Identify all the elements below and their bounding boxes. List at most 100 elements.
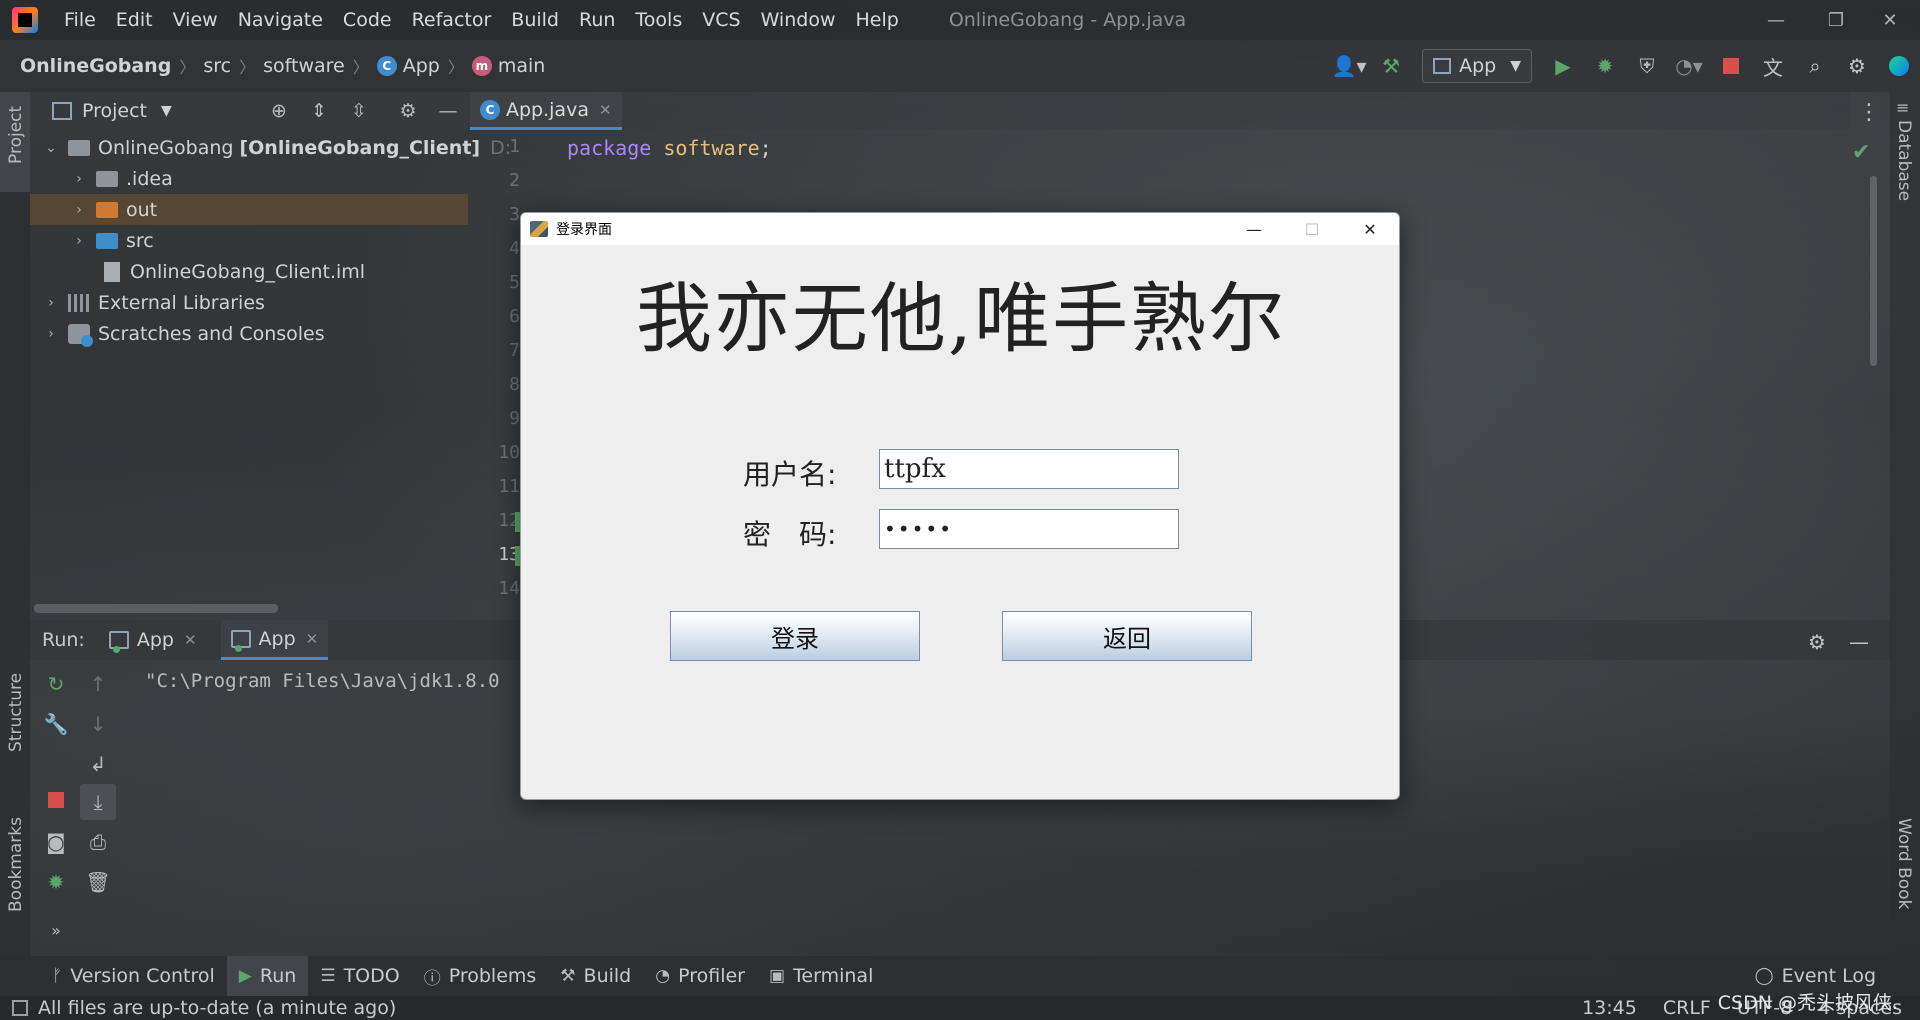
tool-version-control[interactable]: ᚠ Version Control bbox=[40, 956, 227, 996]
minimize-icon[interactable]: — bbox=[1225, 213, 1283, 245]
expanded-arrow-icon[interactable]: ⌄ bbox=[42, 140, 60, 156]
scroll-to-end-icon[interactable]: ⤓ bbox=[80, 784, 116, 820]
translate-icon[interactable]: 文 bbox=[1755, 48, 1791, 84]
run-configuration-select[interactable]: App ▼ bbox=[1422, 49, 1532, 83]
console-output[interactable]: "C:\Program Files\Java\jdk1.8.0 bbox=[145, 670, 500, 692]
tool-build[interactable]: ⚒ Build bbox=[548, 956, 643, 996]
search-icon[interactable]: ⌕ bbox=[1797, 48, 1833, 84]
tree-item-src[interactable]: › src bbox=[70, 225, 154, 256]
username-input[interactable]: ttpfx bbox=[879, 449, 1179, 489]
bookmarks-stripe-label[interactable]: Bookmarks bbox=[6, 817, 26, 912]
menu-window[interactable]: Window bbox=[751, 9, 846, 31]
hide-panel-icon[interactable]: — bbox=[431, 93, 465, 129]
breadcrumb-method[interactable]: m main bbox=[464, 55, 553, 77]
status-message[interactable]: All files are up-to-date (a minute ago) bbox=[38, 997, 396, 1019]
intellij-logo-icon[interactable] bbox=[12, 7, 38, 33]
up-arrow-icon[interactable]: ↑ bbox=[80, 666, 116, 702]
toggle-tool-windows-icon[interactable] bbox=[12, 1000, 28, 1016]
password-input[interactable]: ••••• bbox=[879, 509, 1179, 549]
tree-item-project-root[interactable]: ⌄ OnlineGobang [OnlineGobang_Client] D: bbox=[42, 132, 511, 163]
wrench-icon[interactable]: 🔧 bbox=[38, 706, 74, 742]
project-horizontal-scrollbar[interactable] bbox=[34, 604, 278, 613]
menu-file[interactable]: File bbox=[54, 9, 106, 31]
settings-icon[interactable]: ⚙ bbox=[1839, 48, 1875, 84]
run-tab-app-1[interactable]: App ✕ bbox=[99, 620, 207, 660]
close-icon[interactable]: ✕ bbox=[1860, 0, 1920, 40]
gear-icon[interactable]: ⚙ bbox=[1799, 624, 1835, 660]
profile-icon[interactable]: ◔▾ bbox=[1671, 48, 1707, 84]
user-icon[interactable]: 👤▾ bbox=[1331, 48, 1367, 84]
tool-terminal[interactable]: ▣ Terminal bbox=[757, 956, 885, 996]
tool-todo[interactable]: ☰ TODO bbox=[308, 956, 411, 996]
close-tab-icon[interactable]: ✕ bbox=[306, 630, 319, 648]
tree-item-iml[interactable]: OnlineGobang_Client.iml bbox=[100, 256, 365, 287]
expand-all-icon[interactable]: ⇕ bbox=[302, 93, 336, 129]
login-button[interactable]: 登录 bbox=[670, 611, 920, 661]
plugin-icon[interactable] bbox=[1881, 48, 1917, 84]
breadcrumb-class[interactable]: C App bbox=[369, 55, 448, 77]
tab-app-java[interactable]: C App.java ✕ bbox=[470, 92, 622, 130]
menu-help[interactable]: Help bbox=[845, 9, 908, 31]
menu-vcs[interactable]: VCS bbox=[692, 9, 750, 31]
close-icon[interactable]: ✕ bbox=[1341, 213, 1399, 245]
stop-icon[interactable] bbox=[1713, 48, 1749, 84]
soft-wrap-icon[interactable]: ↲ bbox=[80, 746, 116, 782]
stop-icon[interactable] bbox=[38, 782, 74, 818]
menu-code[interactable]: Code bbox=[333, 9, 402, 31]
breadcrumb-project[interactable]: OnlineGobang bbox=[12, 55, 179, 77]
tool-problems[interactable]: ⓘ Problems bbox=[412, 956, 549, 996]
close-tab-icon[interactable]: ✕ bbox=[184, 631, 197, 649]
word-book-stripe-label[interactable]: Word Book bbox=[1894, 818, 1914, 909]
run-tab-app-2[interactable]: App ✕ bbox=[220, 620, 329, 660]
tool-profiler[interactable]: ◔ Profiler bbox=[643, 956, 757, 996]
menu-edit[interactable]: Edit bbox=[106, 9, 163, 31]
tree-item-out[interactable]: › out bbox=[30, 194, 468, 225]
print-icon[interactable]: ⎙ bbox=[80, 824, 116, 860]
breadcrumb-package[interactable]: software bbox=[255, 55, 353, 77]
close-tab-icon[interactable]: ✕ bbox=[599, 101, 612, 119]
collapsed-arrow-icon[interactable]: › bbox=[70, 171, 88, 187]
no-problems-check-icon[interactable]: ✔ bbox=[1852, 140, 1870, 165]
project-stripe-button[interactable]: Project bbox=[0, 92, 30, 192]
trash-icon[interactable]: 🗑 bbox=[80, 864, 116, 900]
menu-view[interactable]: View bbox=[163, 9, 228, 31]
camera-icon[interactable]: ◙ bbox=[38, 824, 74, 860]
collapse-all-icon[interactable]: ⇳ bbox=[342, 93, 376, 129]
collapsed-arrow-icon[interactable]: › bbox=[70, 233, 88, 249]
code-line-1[interactable]: package software; bbox=[567, 136, 772, 160]
project-view-selector[interactable]: Project ▼ bbox=[52, 100, 172, 122]
run-icon[interactable]: ▶ bbox=[1545, 48, 1581, 84]
tree-item-external-libraries[interactable]: › External Libraries bbox=[42, 287, 265, 318]
database-stripe-label[interactable]: Database bbox=[1894, 120, 1914, 201]
locate-file-icon[interactable]: ⊕ bbox=[262, 93, 296, 129]
caret-position[interactable]: 13:45 bbox=[1582, 997, 1637, 1019]
collapsed-arrow-icon[interactable]: › bbox=[70, 202, 88, 218]
dialog-title-bar[interactable]: 登录界面 — ☐ ✕ bbox=[521, 213, 1399, 245]
rerun-icon[interactable]: ↻ bbox=[38, 666, 74, 702]
menu-build[interactable]: Build bbox=[501, 9, 569, 31]
menu-navigate[interactable]: Navigate bbox=[228, 9, 333, 31]
breadcrumb-src[interactable]: src bbox=[195, 55, 239, 77]
menu-refactor[interactable]: Refactor bbox=[402, 9, 502, 31]
tree-item-idea[interactable]: › .idea bbox=[70, 163, 173, 194]
structure-stripe-label[interactable]: Structure bbox=[6, 673, 26, 752]
down-arrow-icon[interactable]: ↓ bbox=[80, 706, 116, 742]
line-separator[interactable]: CRLF bbox=[1663, 997, 1711, 1019]
collapsed-arrow-icon[interactable]: › bbox=[42, 326, 60, 342]
restore-icon[interactable]: ❐ bbox=[1806, 0, 1866, 40]
editor-vertical-scrollbar[interactable] bbox=[1870, 176, 1877, 366]
hide-panel-icon[interactable]: — bbox=[1841, 624, 1877, 660]
coverage-icon[interactable]: ⛨ bbox=[1629, 48, 1665, 84]
minimize-icon[interactable]: — bbox=[1746, 0, 1806, 40]
collapsed-arrow-icon[interactable]: › bbox=[42, 295, 60, 311]
tree-item-scratches[interactable]: › Scratches and Consoles bbox=[42, 318, 325, 349]
build-hammer-icon[interactable]: ⚒ bbox=[1373, 48, 1409, 84]
menu-tools[interactable]: Tools bbox=[625, 9, 692, 31]
gear-icon[interactable]: ⚙ bbox=[391, 93, 425, 129]
more-actions-icon[interactable]: » bbox=[38, 912, 74, 948]
debug-settings-icon[interactable]: ✹ bbox=[38, 864, 74, 900]
tool-run[interactable]: ▶ Run bbox=[226, 956, 309, 996]
menu-run[interactable]: Run bbox=[569, 9, 625, 31]
more-options-icon[interactable]: ⋮ bbox=[1858, 100, 1880, 125]
back-button[interactable]: 返回 bbox=[1002, 611, 1252, 661]
